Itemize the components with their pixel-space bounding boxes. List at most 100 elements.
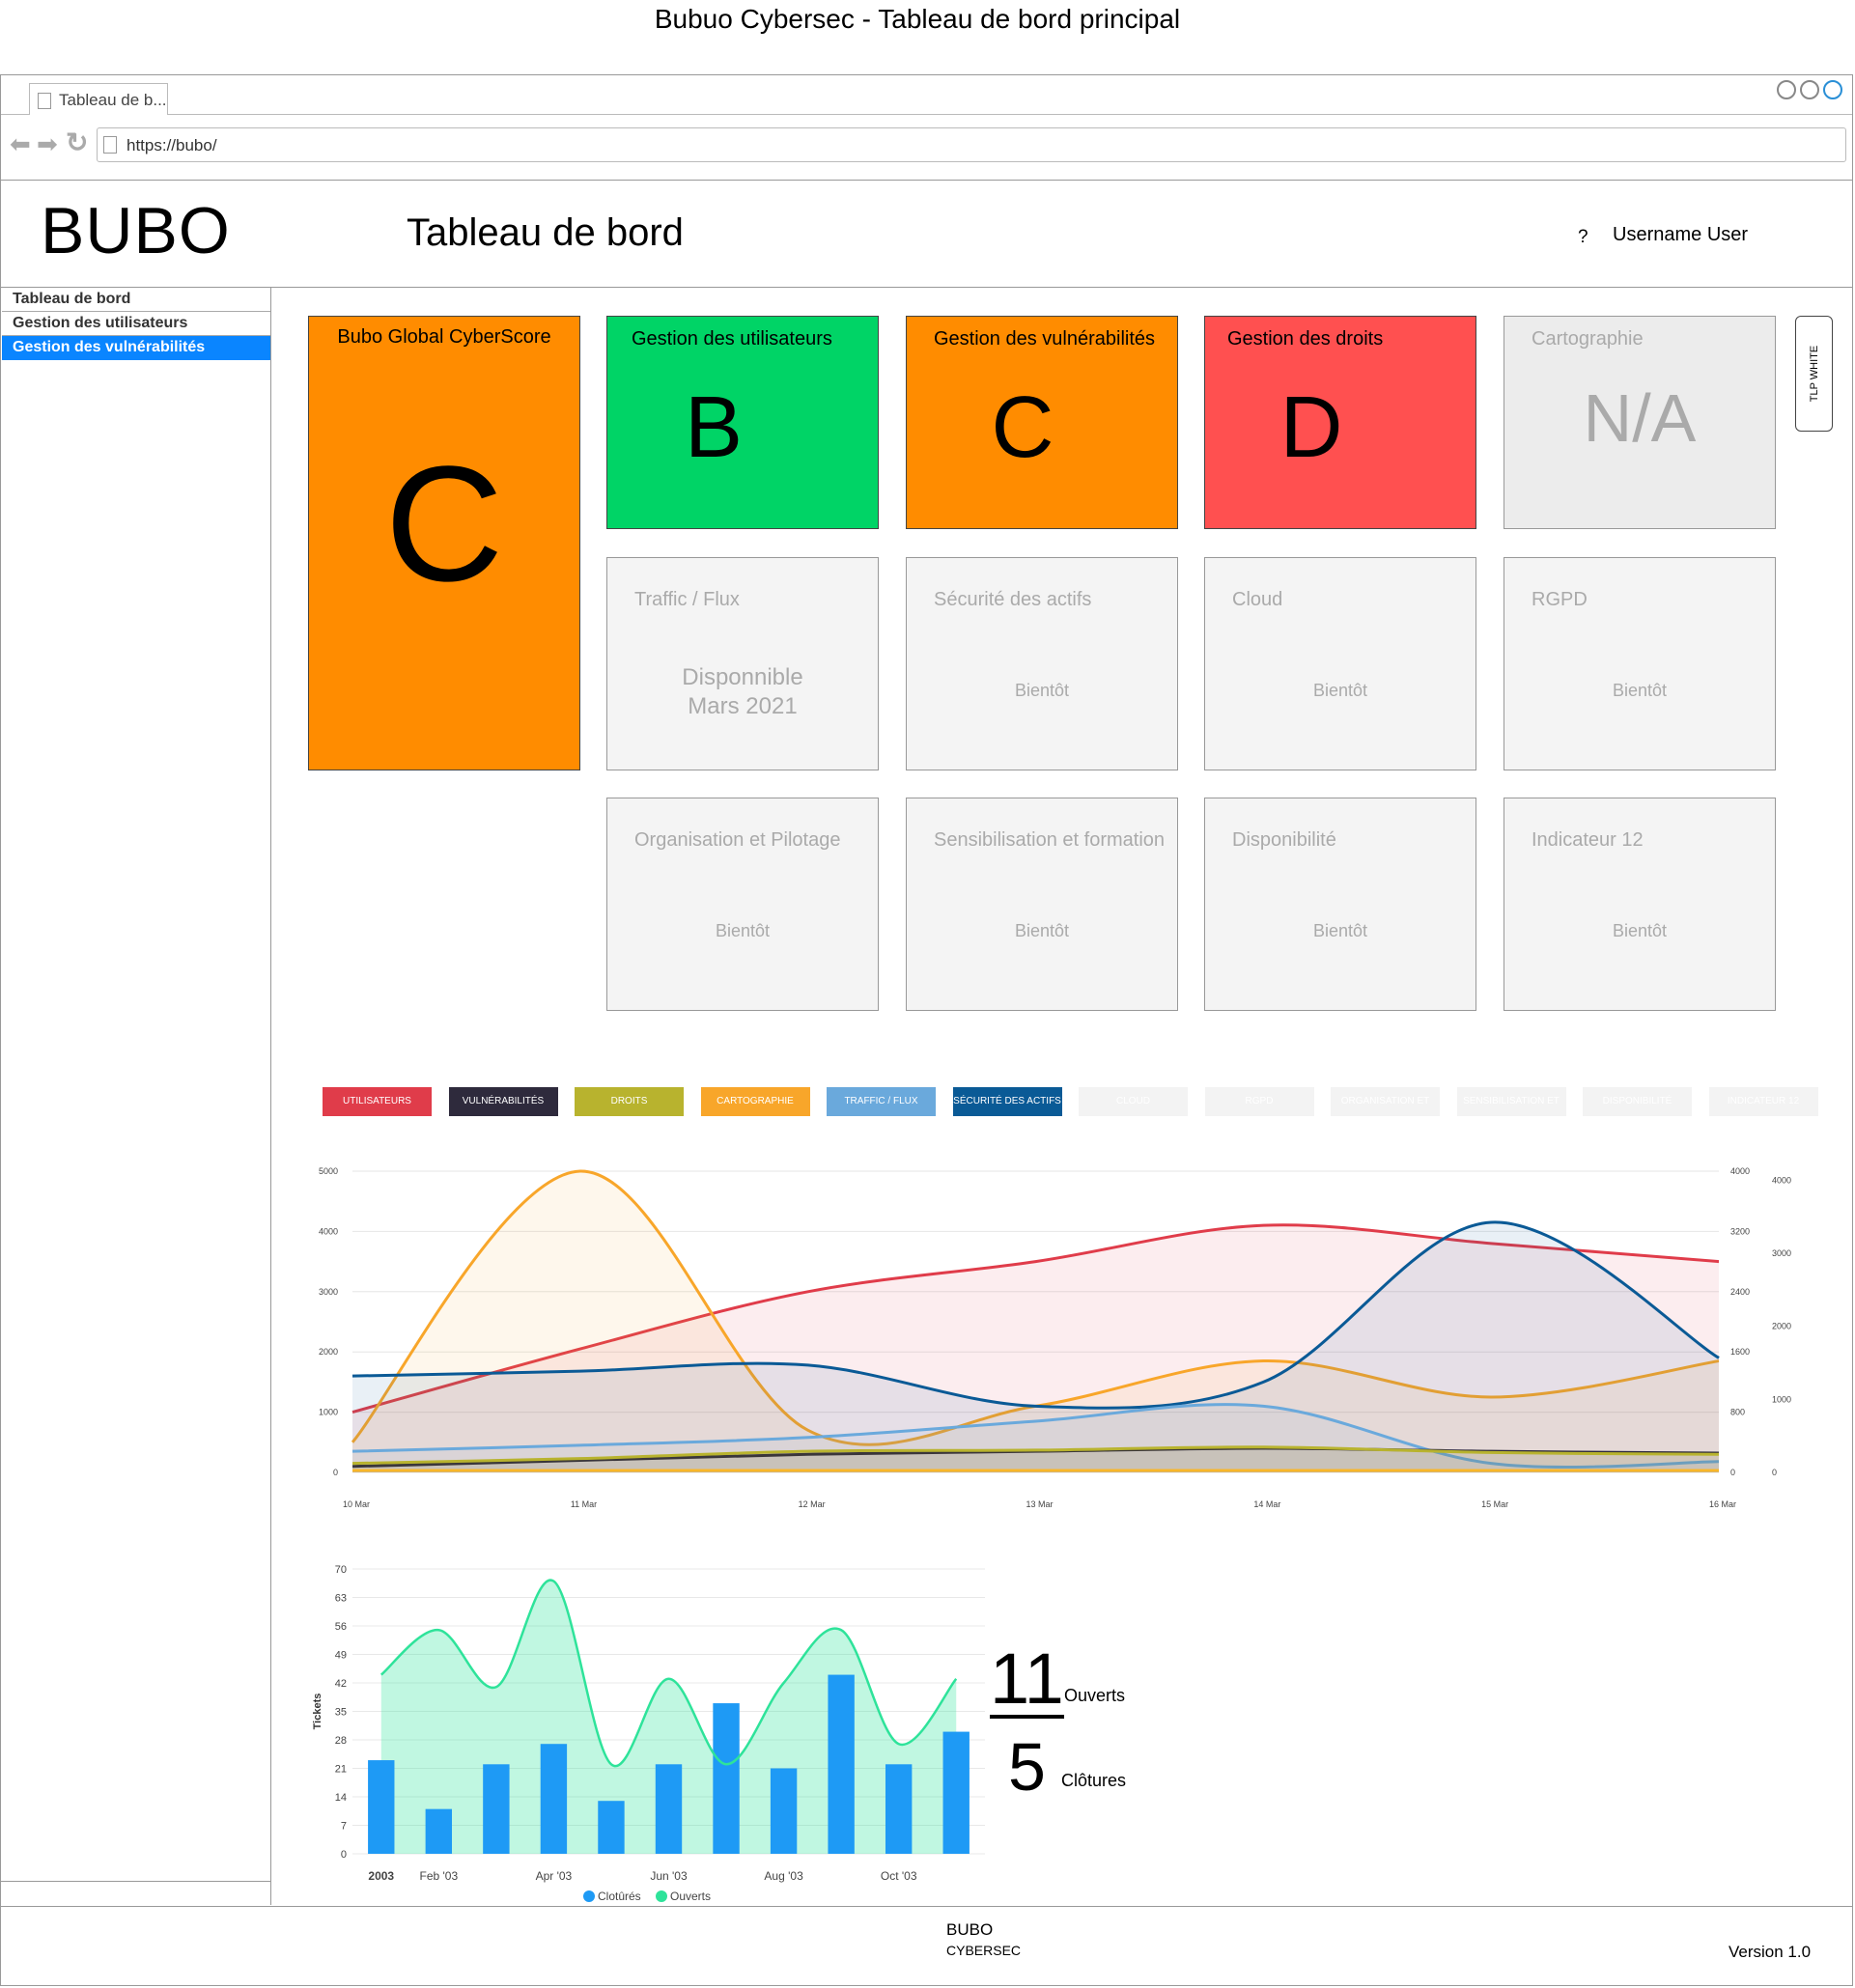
legend-toggle-0[interactable]: Utilisateurs (323, 1087, 432, 1116)
score-card-users[interactable]: Gestion des utilisateurs B (606, 316, 879, 529)
page-icon (103, 136, 117, 154)
back-arrow-icon[interactable]: ⬅ (10, 129, 31, 159)
x-tick-label: 14 Mar (1253, 1499, 1280, 1509)
card-grade: D (1279, 379, 1343, 476)
user-menu[interactable]: Username User (1613, 224, 1748, 246)
y-tick-label: 49 (335, 1650, 347, 1662)
y-tick-label: 35 (335, 1707, 347, 1719)
y-tick-label: 14 (335, 1792, 347, 1804)
y-axis-label: Tickets (312, 1694, 323, 1730)
y-tick-label: 0 (333, 1468, 338, 1477)
card-status: Bientôt (1014, 921, 1070, 940)
legend-toggle-4[interactable]: Traffic / Flux (827, 1087, 936, 1116)
y2-tick-label: 4000 (1730, 1166, 1750, 1176)
pending-card-organisation[interactable]: Organisation et Pilotage Bientôt (606, 798, 879, 1011)
card-status-line1: Disponnible (682, 664, 803, 690)
closed-bar-10 (942, 1731, 970, 1854)
window-maximize-icon[interactable] (1800, 80, 1819, 99)
pending-card-traffic[interactable]: Traffic / Flux Disponnible Mars 2021 (606, 557, 879, 770)
y3-tick-label: 0 (1772, 1468, 1777, 1477)
page-caption: Bubuo Cybersec - Tableau de bord princip… (654, 4, 1181, 34)
x-tick-label: Oct '03 (881, 1869, 917, 1883)
legend-label-1: Ouverts (670, 1890, 711, 1903)
sidebar-item-users[interactable]: Gestion des utilisateurs (2, 312, 270, 336)
closed-bar-0 (368, 1760, 395, 1854)
url-text: https://bubo/ (126, 136, 217, 154)
score-card-global[interactable]: Bubo Global CyberScore C (308, 316, 580, 770)
y-tick-label: 42 (335, 1678, 347, 1690)
score-card-vulnerabilities[interactable]: Gestion des vulnérabilités C (906, 316, 1178, 529)
pending-card-rgpd[interactable]: RGPD Bientôt (1504, 557, 1776, 770)
y-tick-label: 7 (341, 1821, 347, 1833)
app-logo[interactable]: BUBO (41, 193, 231, 268)
legend-toggle-6[interactable]: Cloud (1079, 1087, 1188, 1116)
pending-card-asset-security[interactable]: Sécurité des actifs Bientôt (906, 557, 1178, 770)
y-tick-label: 28 (335, 1735, 347, 1747)
y2-tick-label: 800 (1730, 1408, 1745, 1417)
card-status: Bientôt (1312, 921, 1368, 940)
y3-tick-label: 1000 (1772, 1394, 1791, 1404)
y-tick-label: 3000 (319, 1287, 338, 1297)
legend-toggle-8[interactable]: Organisation et Pilotage (1331, 1087, 1440, 1135)
url-input[interactable]: https://bubo/ (97, 127, 1846, 162)
footer (1, 1906, 1852, 1987)
y-tick-label: 4000 (319, 1226, 338, 1236)
tab-label: Tableau de b... (59, 91, 167, 109)
card-title: Gestion des droits (1227, 328, 1384, 350)
closed-bar-8 (828, 1674, 855, 1854)
card-title: Bubo Global CyberScore (337, 326, 551, 348)
closed-tickets-count: 5 (1008, 1729, 1046, 1805)
x-tick-label: Aug '03 (764, 1869, 803, 1883)
sidebar-item-vulnerabilities[interactable]: Gestion des vulnérabilités (2, 336, 270, 360)
footer-sub: CYBERSEC (946, 1943, 1022, 1958)
y-tick-label: 0 (341, 1849, 347, 1861)
y3-tick-label: 4000 (1772, 1175, 1791, 1185)
page-icon (38, 93, 51, 109)
forward-arrow-icon[interactable]: ➡ (37, 129, 58, 159)
legend-toggle-9[interactable]: Sensibilisation et formation (1456, 1087, 1566, 1135)
sidebar-item-label: Gestion des vulnérabilités (13, 339, 206, 355)
card-status: Bientôt (715, 921, 771, 940)
sidebar-item-dashboard[interactable]: Tableau de bord (2, 288, 270, 312)
tlp-badge[interactable]: TLP WHITE (1795, 316, 1833, 432)
card-status-line2: Mars 2021 (688, 693, 798, 719)
closed-bar-3 (540, 1744, 568, 1854)
sidebar-divider (1, 1881, 270, 1882)
window-minimize-icon[interactable] (1777, 80, 1796, 99)
card-title: Sensibilisation et formation (934, 829, 1166, 851)
card-status: Bientôt (1014, 681, 1070, 700)
legend-toggle-7[interactable]: RGPD (1204, 1087, 1314, 1116)
pending-card-awareness[interactable]: Sensibilisation et formation Bientôt (906, 798, 1178, 1011)
y-tick-label: 1000 (319, 1408, 338, 1417)
y2-tick-label: 3200 (1730, 1226, 1750, 1236)
page-title: Tableau de bord (407, 211, 684, 254)
reload-icon[interactable]: ↻ (66, 126, 88, 158)
legend-toggle-2[interactable]: Droits (575, 1087, 684, 1116)
card-status: Bientôt (1612, 921, 1668, 940)
legend-dot-1 (656, 1890, 667, 1902)
legend-toggle-5[interactable]: Sécurité des actifs (952, 1087, 1062, 1116)
score-card-rights[interactable]: Gestion des droits D (1204, 316, 1476, 529)
score-card-cartography[interactable]: Cartographie N/A (1504, 316, 1776, 529)
card-title: Cloud (1232, 589, 1283, 610)
pending-card-cloud[interactable]: Cloud Bientôt (1204, 557, 1476, 770)
browser-tab[interactable]: Tableau de b... (29, 83, 168, 115)
closed-bar-2 (483, 1764, 510, 1854)
tlp-label: TLP WHITE (1808, 345, 1820, 403)
y3-tick-label: 3000 (1772, 1248, 1791, 1258)
window-close-icon[interactable] (1823, 80, 1842, 99)
legend-toggle-1[interactable]: Vulnérabilités (448, 1087, 558, 1116)
pending-card-indicator-12[interactable]: Indicateur 12 Bientôt (1504, 798, 1776, 1011)
legend-toggle-11[interactable]: Indicateur 12 (1708, 1087, 1818, 1116)
y3-tick-label: 2000 (1772, 1322, 1791, 1331)
card-status: Bientôt (1612, 681, 1668, 700)
card-title: Organisation et Pilotage (634, 829, 841, 851)
help-icon[interactable]: ? (1578, 227, 1588, 248)
app-header (1, 181, 1852, 288)
legend-toggle-3[interactable]: Cartographie (700, 1087, 810, 1116)
open-tickets-count: 11 (990, 1638, 1064, 1719)
closed-bar-9 (885, 1764, 913, 1854)
pending-card-availability[interactable]: Disponibilité Bientôt (1204, 798, 1476, 1011)
legend-toggle-10[interactable]: Disponibilité (1583, 1087, 1692, 1116)
closed-bar-6 (713, 1703, 740, 1854)
